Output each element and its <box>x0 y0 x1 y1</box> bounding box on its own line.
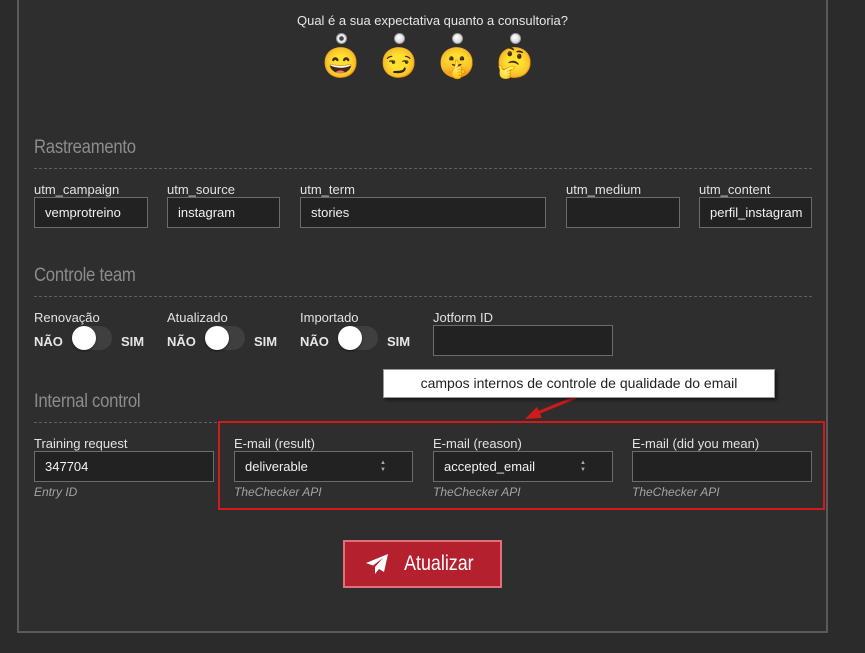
renovacao-toggle-row: NÃO SIM <box>34 326 149 352</box>
switch-knob <box>205 326 229 350</box>
toggle-off-label: NÃO <box>34 334 63 349</box>
section-title-tracking: Rastreamento <box>34 137 136 158</box>
atualizar-button-label: Atualizar <box>404 552 474 575</box>
atualizado-toggle-row: NÃO SIM <box>167 326 282 352</box>
switch-knob <box>72 326 96 350</box>
utm-content-label: utm_content <box>699 182 771 197</box>
renovacao-label: Renovação <box>34 310 100 325</box>
radio-button-selected[interactable] <box>335 33 347 44</box>
radio-button[interactable] <box>393 33 405 44</box>
radio-button[interactable] <box>451 33 463 44</box>
expectation-option-4[interactable]: 🤔 <box>495 33 535 81</box>
toggle-on-label: SIM <box>121 334 145 349</box>
toggle-off-label: NÃO <box>300 334 329 349</box>
toggle-off-label: NÃO <box>167 334 196 349</box>
utm-term-input[interactable]: stories <box>300 197 546 228</box>
expectation-option-3[interactable]: 🤫 <box>437 33 477 81</box>
utm-source-input[interactable]: instagram <box>167 197 280 228</box>
switch-knob <box>338 326 362 350</box>
utm-medium-label: utm_medium <box>566 182 642 197</box>
expectation-option-1[interactable]: 😄 <box>321 33 361 81</box>
importado-toggle-row: NÃO SIM <box>300 326 415 352</box>
paper-plane-icon <box>366 554 389 574</box>
utm-campaign-label: utm_campaign <box>34 182 120 197</box>
section-title-internal-control: Internal control <box>34 391 141 412</box>
atualizado-switch[interactable] <box>205 326 245 350</box>
training-request-input[interactable]: 347704 <box>34 451 214 482</box>
section-divider <box>34 296 812 297</box>
radio-button[interactable] <box>509 33 521 44</box>
utm-medium-input[interactable] <box>566 197 680 228</box>
thinking-face-icon[interactable]: 🤔 <box>495 47 535 81</box>
importado-label: Importado <box>300 310 359 325</box>
form-panel <box>17 0 828 633</box>
atualizado-label: Atualizado <box>167 310 228 325</box>
shushing-face-icon[interactable]: 🤫 <box>437 47 477 81</box>
training-request-label: Training request <box>34 436 128 451</box>
jotform-id-input[interactable] <box>433 325 613 356</box>
expectation-question: Qual é a sua expectativa quanto a consul… <box>296 13 568 28</box>
utm-source-label: utm_source <box>167 182 235 197</box>
expectation-option-2[interactable]: 😏 <box>379 33 419 81</box>
grinning-face-icon[interactable]: 😄 <box>321 47 361 81</box>
jotform-id-label: Jotform ID <box>433 310 493 325</box>
utm-term-label: utm_term <box>300 182 355 197</box>
atualizar-button[interactable]: Atualizar <box>343 540 502 588</box>
utm-content-input[interactable]: perfil_instagram <box>699 197 812 228</box>
utm-campaign-input[interactable]: vemprotreino <box>34 197 148 228</box>
annotation-callout: campos internos de controle de qualidade… <box>383 369 775 398</box>
renovacao-switch[interactable] <box>72 326 112 350</box>
section-title-team-control: Controle team <box>34 265 136 286</box>
toggle-on-label: SIM <box>254 334 278 349</box>
importado-switch[interactable] <box>338 326 378 350</box>
toggle-on-label: SIM <box>387 334 411 349</box>
section-divider <box>34 168 812 169</box>
highlight-box <box>218 421 825 510</box>
entry-id-hint: Entry ID <box>34 485 78 499</box>
smirking-face-icon[interactable]: 😏 <box>379 47 419 81</box>
